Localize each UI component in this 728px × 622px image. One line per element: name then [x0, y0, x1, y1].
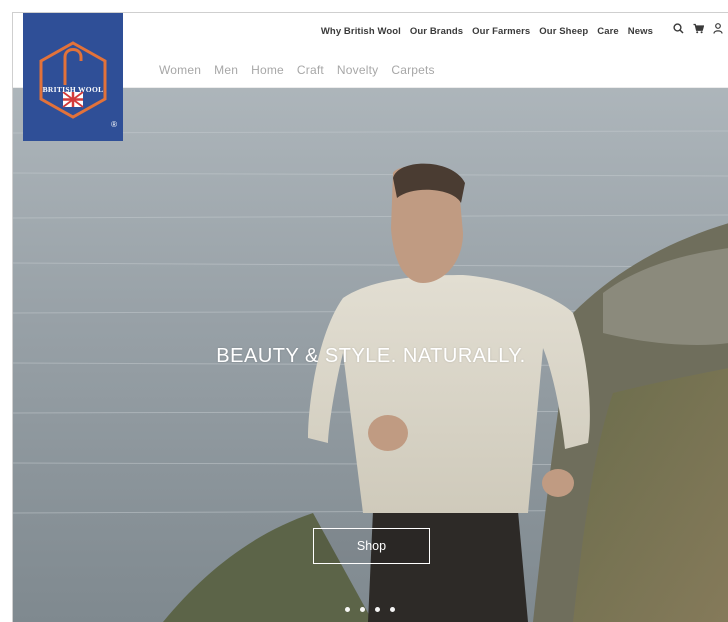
category-home[interactable]: Home — [251, 63, 284, 77]
nav-our-brands[interactable]: Our Brands — [410, 26, 463, 37]
logo-wordmark: BRITISH WOOL — [42, 85, 104, 94]
carousel-dot-1[interactable] — [345, 607, 350, 612]
carousel-dots — [345, 607, 395, 612]
nav-why-british-wool[interactable]: Why British Wool — [321, 26, 401, 37]
carousel-dot-2[interactable] — [360, 607, 365, 612]
category-navigation: Women Men Home Craft Novelty Carpets — [159, 63, 435, 77]
category-men[interactable]: Men — [214, 63, 238, 77]
carousel-dot-3[interactable] — [375, 607, 380, 612]
top-navigation: Why British Wool Our Brands Our Farmers … — [321, 26, 653, 37]
category-women[interactable]: Women — [159, 63, 201, 77]
category-carpets[interactable]: Carpets — [391, 63, 434, 77]
account-icon[interactable] — [713, 23, 723, 34]
logo-emblem — [39, 41, 107, 119]
nav-our-farmers[interactable]: Our Farmers — [472, 26, 530, 37]
cart-icon[interactable] — [693, 23, 704, 34]
registered-mark: ® — [111, 120, 117, 129]
category-craft[interactable]: Craft — [297, 63, 324, 77]
category-novelty[interactable]: Novelty — [337, 63, 378, 77]
shop-button[interactable]: Shop — [313, 528, 430, 564]
nav-our-sheep[interactable]: Our Sheep — [539, 26, 588, 37]
british-wool-logo[interactable]: BRITISH WOOL ® — [23, 13, 123, 141]
carousel-dot-4[interactable] — [390, 607, 395, 612]
nav-care[interactable]: Care — [597, 26, 619, 37]
utility-icons — [673, 23, 723, 34]
page-frame: Why British Wool Our Brands Our Farmers … — [12, 12, 728, 622]
search-icon[interactable] — [673, 23, 684, 34]
hero-headline: BEAUTY & STYLE. NATURALLY. — [216, 345, 526, 367]
nav-news[interactable]: News — [628, 26, 653, 37]
